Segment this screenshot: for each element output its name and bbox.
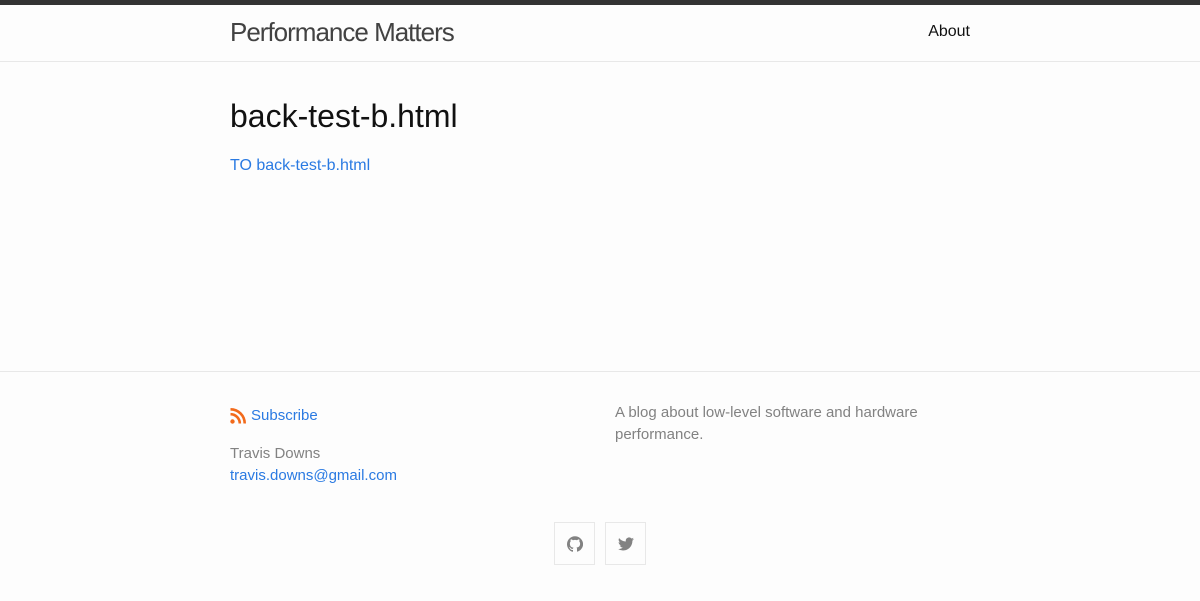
author-email-link[interactable]: travis.downs@gmail.com: [230, 467, 397, 485]
twitter-button[interactable]: [605, 522, 646, 565]
nav-about-link[interactable]: About: [928, 22, 970, 42]
redirect-link[interactable]: TO back-test-b.html: [230, 156, 370, 176]
subscribe-link[interactable]: Subscribe: [230, 407, 318, 425]
rss-icon: [230, 408, 246, 424]
github-icon: [566, 535, 583, 552]
social-links: [554, 522, 646, 565]
site-title-link[interactable]: Performance Matters: [230, 17, 455, 47]
blog-description: A blog about low-level software and hard…: [615, 404, 918, 443]
page-title: back-test-b.html: [230, 98, 458, 134]
github-button[interactable]: [554, 522, 595, 565]
site-header: Performance Matters About: [0, 5, 1200, 62]
site-footer: Subscribe Travis Downs travis.downs@gmai…: [0, 371, 1200, 601]
twitter-icon: [617, 536, 634, 552]
subscribe-label: Subscribe: [251, 407, 318, 424]
author-name: Travis Downs: [230, 445, 321, 462]
